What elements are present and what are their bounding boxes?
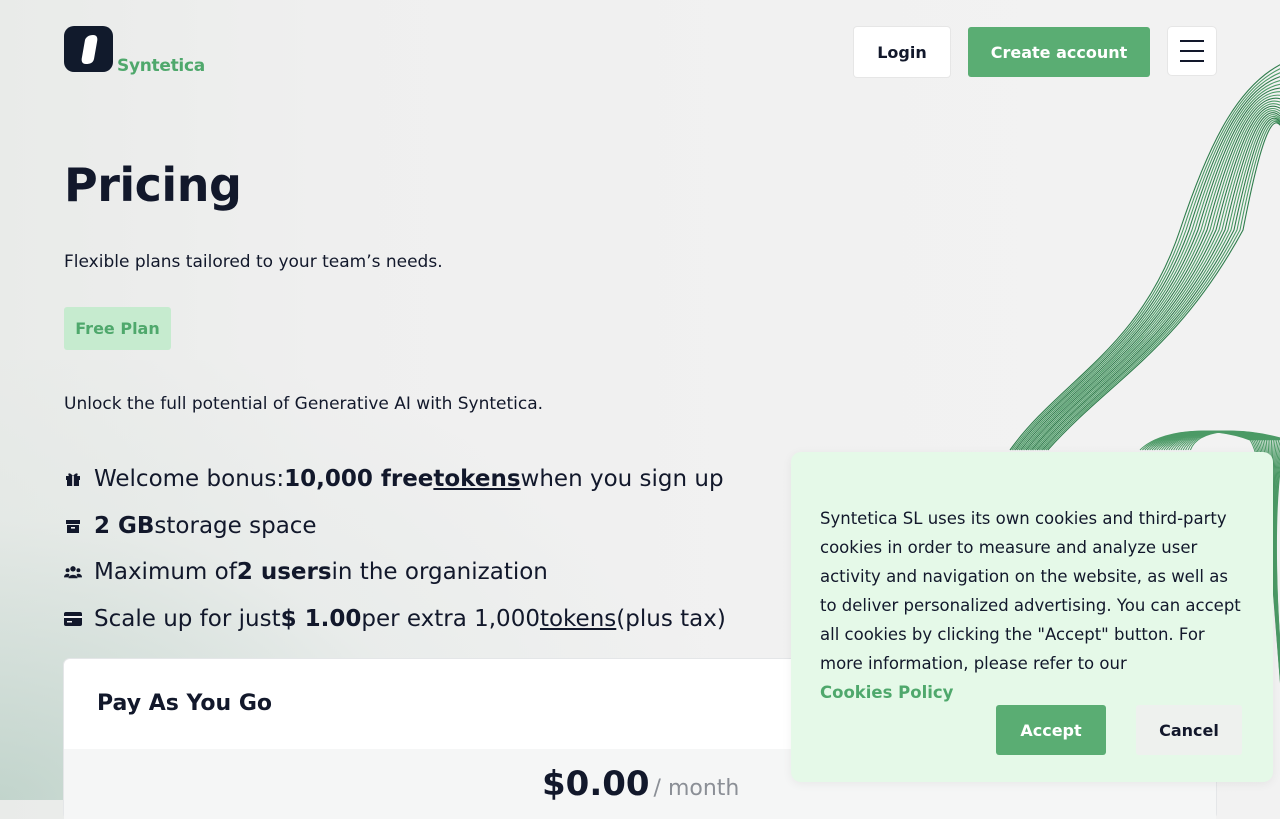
decorative-wave-line: [1023, 94, 1280, 451]
cookie-consent-banner: Syntetica SL uses its own cookies and th…: [791, 452, 1273, 782]
decorative-wave-line: [1016, 80, 1280, 451]
feature-item-users: Maximum of 2 users in the organization: [64, 549, 726, 596]
decorative-wave-line: [1047, 122, 1280, 451]
decorative-wave-line: [1040, 115, 1280, 451]
decorative-wave-line: [1032, 108, 1280, 451]
page-subtitle: Flexible plans tailored to your team’s n…: [64, 252, 443, 272]
plan-card-title: Pay As You Go: [97, 691, 273, 716]
cookies-policy-link[interactable]: Cookies Policy: [820, 678, 1245, 707]
decorative-wave-line: [1014, 76, 1280, 451]
users-icon: [64, 563, 82, 581]
tokens-link[interactable]: tokens: [540, 606, 616, 632]
gift-icon: [64, 470, 82, 488]
feature-item-scale-up: Scale up for just $ 1.00 per extra 1,000…: [64, 596, 726, 643]
archive-box-icon: [64, 517, 82, 535]
cookie-message-text: Syntetica SL uses its own cookies and th…: [820, 509, 1241, 673]
decorative-wave-line: [1009, 64, 1280, 451]
decorative-wave-line: [1034, 110, 1280, 451]
decorative-wave-line: [1027, 100, 1280, 451]
plan-description: Unlock the full potential of Generative …: [64, 394, 544, 414]
decorative-wave-line: [1013, 72, 1280, 451]
decorative-wave-line: [1045, 120, 1280, 451]
feature-list: Welcome bonus: 10,000 free tokens when y…: [64, 456, 726, 642]
plan-price-unit: / month: [653, 776, 740, 801]
create-account-button[interactable]: Create account: [968, 27, 1150, 77]
hamburger-icon-line: [1180, 60, 1204, 62]
decorative-wave-line: [1031, 105, 1280, 451]
hamburger-icon-line: [1180, 50, 1204, 52]
tokens-link[interactable]: tokens: [433, 466, 520, 492]
decorative-wave-line: [1029, 103, 1280, 451]
brand-logo[interactable]: Syntetica: [64, 26, 205, 76]
brand-name: Syntetica: [117, 56, 205, 76]
site-header: Syntetica Login Create account: [0, 0, 1280, 100]
feature-item-storage: 2 GB storage space: [64, 503, 726, 550]
page-title: Pricing: [64, 158, 242, 212]
plan-price: $0.00/ month: [542, 764, 739, 804]
cancel-cookies-button[interactable]: Cancel: [1136, 705, 1242, 755]
free-plan-badge: Free Plan: [64, 307, 171, 350]
logo-icon: [64, 26, 113, 72]
decorative-wave-line: [1020, 87, 1280, 451]
plan-price-amount: $0.00: [542, 764, 650, 804]
login-button[interactable]: Login: [854, 27, 950, 77]
decorative-wave-line: [1011, 68, 1280, 451]
hamburger-icon: [1180, 40, 1204, 42]
decorative-wave-line: [1041, 117, 1280, 451]
feature-item-welcome-bonus: Welcome bonus: 10,000 free tokens when y…: [64, 456, 726, 503]
cookie-message: Syntetica SL uses its own cookies and th…: [820, 504, 1245, 707]
decorative-wave-line: [1018, 83, 1280, 451]
decorative-wave-line: [1043, 119, 1280, 451]
decorative-wave-line: [1038, 114, 1280, 451]
credit-card-icon: [64, 610, 82, 628]
decorative-wave-line: [1025, 97, 1280, 451]
decorative-wave-line: [1022, 91, 1280, 451]
hamburger-menu-button[interactable]: [1168, 27, 1216, 75]
decorative-wave-line: [1036, 112, 1280, 451]
accept-cookies-button[interactable]: Accept: [996, 705, 1106, 755]
